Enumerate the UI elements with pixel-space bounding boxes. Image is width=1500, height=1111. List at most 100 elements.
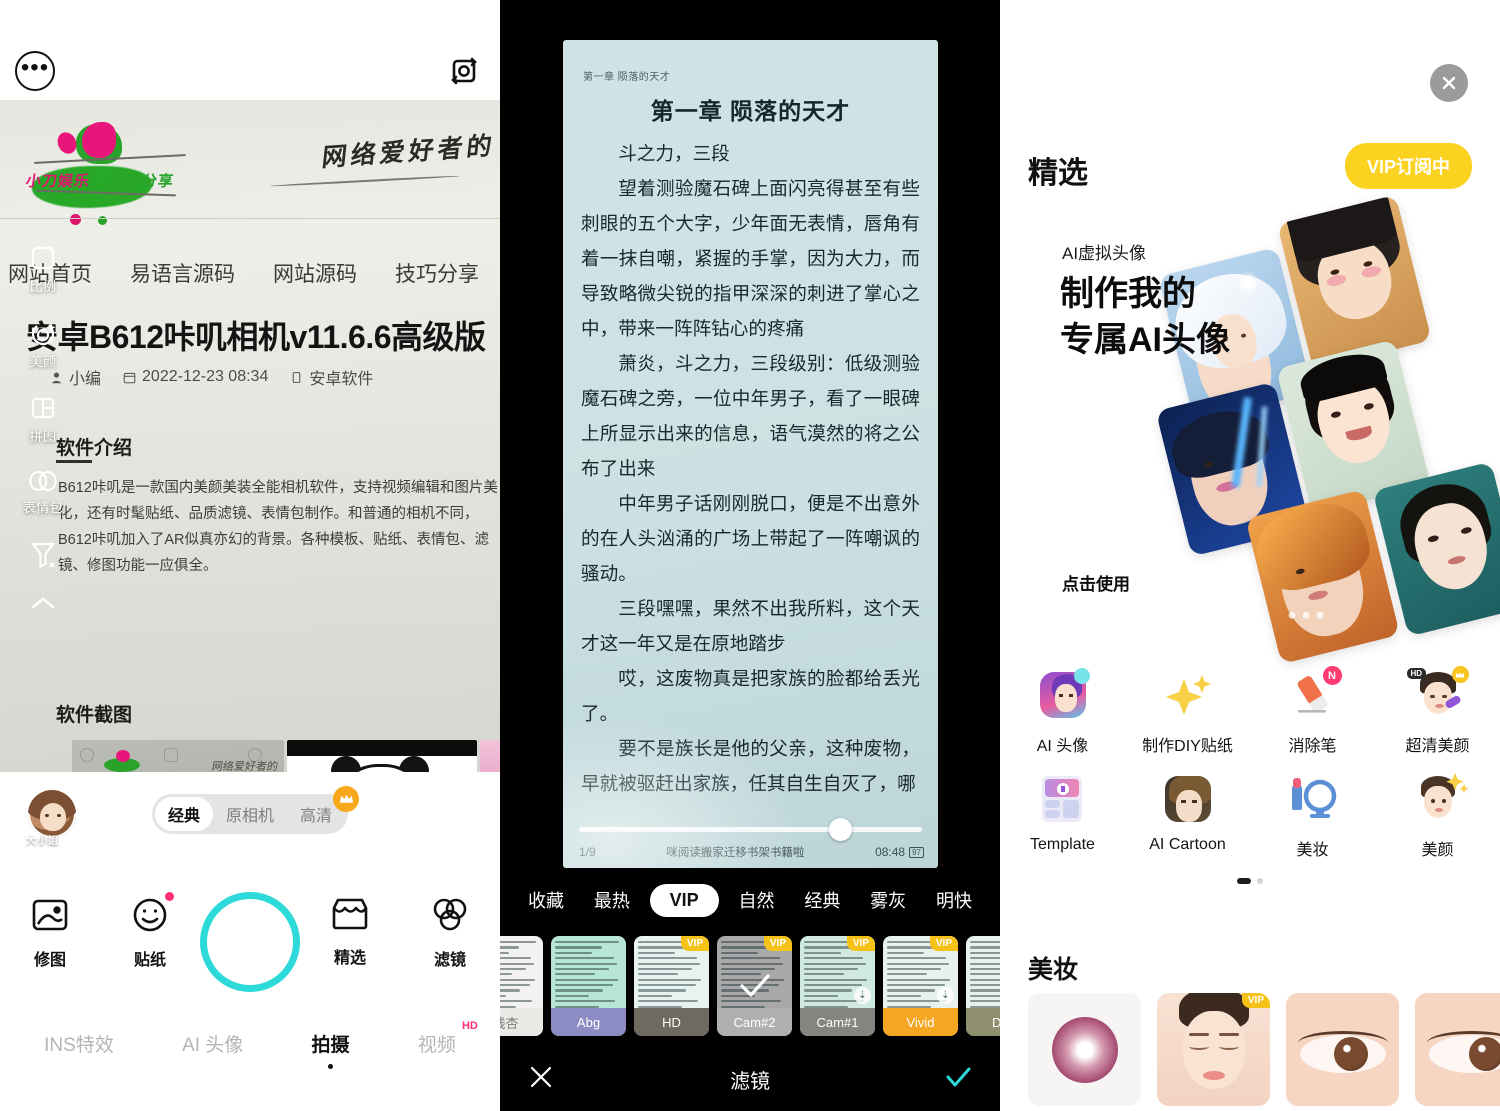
tool-sticker[interactable]: 贴纸 [100,892,200,970]
user-avatar[interactable] [28,790,76,838]
thumb-download-icon[interactable]: ⇣ [937,987,954,1004]
logo-text-right: 乐于分享 [108,174,175,190]
nav-item-1: 易语言源码 [130,263,235,286]
shutter-button[interactable] [200,892,300,992]
contact-lens-icon [1051,1016,1118,1083]
filter-tab-classic[interactable]: 经典 [794,881,850,919]
tool-label-retouch: 修图 [33,952,66,969]
feature-diy-sticker[interactable]: 制作DIY贴纸 [1125,668,1250,756]
feature-ai-avatar[interactable]: AI 头像 [1000,668,1125,756]
sidebar-label-collage: 拼图 [29,429,57,444]
sidebar-item-filter[interactable] [30,540,56,570]
tab-ai-avatar[interactable]: AI 头像 [182,1030,243,1057]
tab-ins-effects[interactable]: INS特效 [44,1030,114,1057]
filter-tab-natural[interactable]: 自然 [729,881,785,919]
filter-tab-hottest[interactable]: 最热 [584,881,640,919]
tool-filter[interactable]: 滤镜 [400,894,500,970]
makeup-item-face[interactable]: VIP [1157,993,1270,1106]
filter-tab-vip[interactable]: VIP [649,883,719,917]
screenshot-thumb-2 [287,740,477,772]
banner-cta[interactable]: 点击使用 [1062,570,1130,595]
sidebar-item-collapse[interactable] [29,594,57,612]
ebook-page[interactable]: 第一章 陨落的天才 第一章 陨落的天才 斗之力，三段 望着测验魔石碑上面闪亮得甚… [563,40,938,868]
article-screenshots: 网络爱好者的 网站首页 易语言源码 网站源码 技巧分享 刀妹潮牌店铺 潮牌 / … [72,740,500,772]
reading-progress-slider[interactable] [579,818,922,841]
sidebar-label-ratio: 比例 [29,279,57,294]
thumb-vip-badge: VIP [846,936,875,951]
filter-thumb[interactable]: Abg [551,936,626,1036]
filter-tab-favorites[interactable]: 收藏 [518,881,574,919]
feature-grid-row-1: AI 头像 制作DIY贴纸 N 消除笔 HD 超清美颜 [1000,666,1500,772]
tab-video-label: 视频 [417,1035,456,1056]
feature-makeup[interactable]: 美妆 [1250,772,1375,860]
ai-avatar-banner[interactable]: AI虚拟头像 制作我的 专属AI头像 点击使用 [1000,194,1500,665]
screenshot-thumb-3 [480,740,500,772]
banner-headline-line1: 制作我的 [1060,275,1196,313]
article-section-2: 软件截图 [56,705,133,726]
camera-viewfinder[interactable]: 小刀娱乐 乐于分享 网络爱好者的 网站首页 易语言源码 网站源码 技巧分享 宅家… [0,100,500,772]
sidebar-item-beauty[interactable]: 美颜 [29,319,57,370]
filter-thumbnail-row[interactable]: 线杏 Abg VIP HD VIPCam#2 VIP ⇣ Cam#1 VIP ⇣ Vivid VIP⇣… [500,936,1000,1036]
tool-retouch[interactable]: 修图 [0,894,100,970]
filter-thumb[interactable]: VIP⇣Day [966,936,1000,1036]
thumb-handwriting: 网络爱好者的 [210,761,279,772]
grid-pager[interactable] [1000,878,1500,884]
thumb-label: Cam#2 [717,1008,792,1036]
camera-mode-tabs: INS特效 AI 头像 拍摄 视频 HD [0,1020,500,1069]
camera-flip-icon[interactable] [443,50,485,92]
camera-mode-selector[interactable]: 经典 原相机 高清 [152,794,349,834]
feature-beauty[interactable]: 美颜 [1375,772,1500,860]
paragraph-6: 要不是族长是他的父亲，这种废物，早就被驱赶出家族，任其自生自灭了，哪 [581,738,920,794]
filter-tab-bright[interactable]: 明快 [926,881,982,919]
logo-text-left: 小刀娱乐 [24,174,91,190]
paragraph-0: 斗之力，三段 [618,143,730,164]
makeup-item-eye-1[interactable] [1286,993,1399,1106]
feature-label-5: AI Cartoon [1149,836,1226,853]
sidebar-item-stickers[interactable]: 表情包 [23,469,64,516]
feature-label-0: AI 头像 [1036,738,1089,755]
thumb-preview-text [966,936,1000,1008]
filter-thumb[interactable]: VIP ⇣ Vivid [883,936,958,1036]
banner-headline-line2: 专属AI头像 [1060,321,1230,359]
filter-thumb[interactable]: 线杏 [500,936,543,1036]
filter-thumb[interactable]: VIP Cam#2 [717,936,792,1036]
makeup-item-lens[interactable] [1028,993,1141,1106]
reader-status-bar: 1/9 咪阅读搬家迁移书架书籍啦 08:48 97 [579,844,924,860]
feature-eraser[interactable]: N 消除笔 [1250,666,1375,756]
sidebar-item-collage[interactable]: 拼图 [29,394,57,445]
progress-knob[interactable] [829,818,852,841]
article-meta: 小编 2022-12-23 08:34 安卓软件 [50,365,373,389]
filter-thumb[interactable]: VIP ⇣ Cam#1 [800,936,875,1036]
feature-grid-row-2: Template AI Cartoon 美妆 美颜 [1000,772,1500,876]
thumb-label: Day [966,1008,1000,1036]
feature-hd-beauty[interactable]: HD 超清美颜 [1375,666,1500,756]
template-icon [1036,772,1090,826]
vip-crown-icon[interactable] [333,786,359,812]
mode-option-original[interactable]: 原相机 [213,797,287,831]
page-title: 精选 [1028,157,1088,190]
filter-tab-foggray[interactable]: 雾灰 [860,881,916,919]
sidebar-label-stickers: 表情包 [22,500,64,515]
feature-ai-cartoon[interactable]: AI Cartoon [1125,772,1250,860]
thumb-label: HD [634,1008,709,1036]
more-dots-icon[interactable]: ••• [15,51,55,91]
ai-cartoon-icon [1161,772,1215,826]
collage-dots [1288,611,1324,619]
makeup-section-title: 美妆 [1028,956,1079,984]
paragraph-3: 中年男子话刚刚脱口，便是不出意外的在人头汹涌的广场上带起了一阵嘲讽的骚动。 [581,493,920,584]
mode-option-classic[interactable]: 经典 [155,797,214,831]
thumb-download-icon[interactable]: ⇣ [854,987,871,1004]
tab-video[interactable]: 视频 HD [417,1020,478,1057]
feature-template[interactable]: Template [1000,772,1125,860]
banner-eyebrow: AI虚拟头像 [1062,244,1147,263]
makeup-item-eye-2[interactable] [1415,993,1500,1106]
user-name: 大小姐 [26,836,59,847]
sidebar-item-ratio[interactable]: 比例 [29,244,57,295]
tool-label-featured: 精选 [333,950,366,967]
close-icon[interactable] [1430,64,1468,102]
tool-featured[interactable]: 精选 [300,894,400,970]
filter-thumb[interactable]: VIP HD [634,936,709,1036]
sidebar-label-beauty: 美颜 [29,354,57,369]
reader-notice: 咪阅读搬家迁移书架书籍啦 [666,847,805,859]
tab-capture[interactable]: 拍摄 [312,1030,350,1069]
